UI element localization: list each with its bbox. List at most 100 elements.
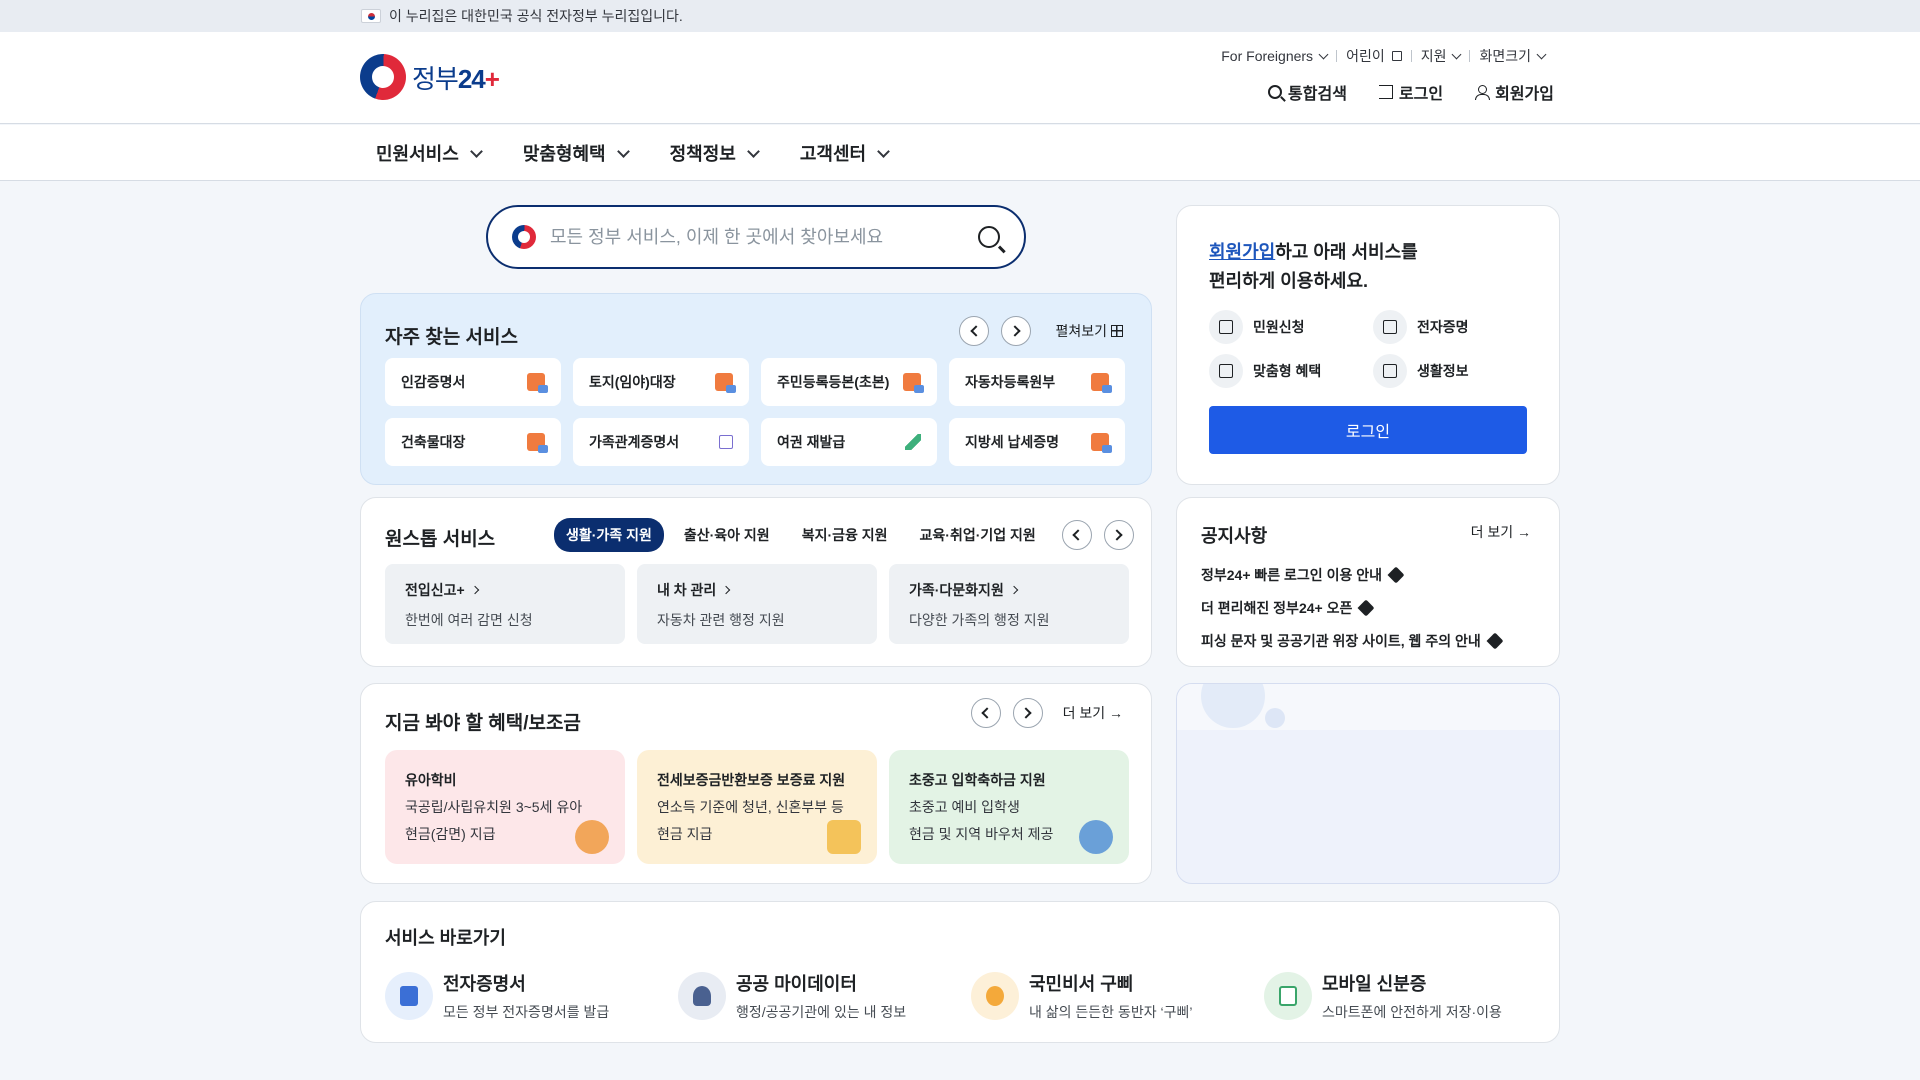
chevron-down-icon xyxy=(1318,49,1329,59)
chevron-right-icon xyxy=(1009,325,1021,337)
notice-item[interactable]: 정부24+ 빠른 로그인 이용 안내 xyxy=(1201,558,1501,591)
frequent-item[interactable]: 인감증명서 xyxy=(385,358,561,406)
chat-bubble-icon xyxy=(986,986,1004,1006)
prev-button[interactable] xyxy=(970,698,1001,728)
login-message: 회원가입하고 아래 서비스를 편리하게 이용하세요. xyxy=(1209,242,1418,291)
user-add-icon xyxy=(1475,85,1491,100)
mobile-id-icon xyxy=(1279,986,1297,1006)
frequent-services-title: 자주 찾는 서비스 xyxy=(385,327,518,348)
pin-icon xyxy=(1486,632,1504,649)
expand-button[interactable]: 펼쳐보기 xyxy=(1055,321,1123,341)
gov-banner-text: 이 누리집은 대한민국 공식 전자정부 누리집입니다. xyxy=(389,8,683,24)
service-e-certificate[interactable]: 전자증명 xyxy=(1373,310,1523,344)
nav-customer-center[interactable]: 고객센터 xyxy=(800,140,890,166)
tab-education-job[interactable]: 교육·취업·기업 지원 xyxy=(908,518,1048,552)
chevron-left-icon xyxy=(981,707,993,719)
notice-item[interactable]: 피싱 문자 및 공공기관 위장 사이트, 웹 주의 안내 xyxy=(1201,624,1504,657)
onestop-services-panel: 원스톱 서비스 생활·가족 지원 출산·육아 지원 복지·금융 지원 교육·취업… xyxy=(360,497,1152,667)
search-submit-icon[interactable] xyxy=(978,226,1000,248)
frequent-item[interactable]: 토지(임야)대장 xyxy=(573,358,749,406)
onestop-item[interactable]: 전입신고+ 한번에 여러 감면 신청 xyxy=(385,564,625,644)
nav-custom-benefit[interactable]: 맞춤형혜택 xyxy=(523,140,630,166)
gift-icon xyxy=(1219,364,1233,378)
for-foreigners-menu[interactable]: For Foreigners xyxy=(1212,48,1336,64)
prev-button[interactable] xyxy=(959,316,990,346)
pin-icon xyxy=(1357,599,1375,616)
header-actions: 통합검색 로그인 회원가입 xyxy=(1268,80,1554,104)
shortcut-gubbi[interactable]: 국민비서 구삐 내 삶의 든든한 동반자 ‘구삐’ xyxy=(971,970,1264,1022)
child-illustration-icon xyxy=(575,820,609,854)
logo-text: 정부24+ xyxy=(412,63,500,94)
taegeuk-icon xyxy=(512,225,536,249)
login-card: 회원가입하고 아래 서비스를 편리하게 이용하세요. 민원신청 전자증명 맞춤형… xyxy=(1176,205,1560,485)
benefits-more-link[interactable]: 더 보기 → xyxy=(1063,703,1123,723)
benefit-card[interactable]: 초중고 입학축하금 지원 초중고 예비 입학생 현금 및 지역 바우처 제공 xyxy=(889,750,1129,864)
frequent-item[interactable]: 자동차등록원부 xyxy=(949,358,1125,406)
benefit-card[interactable]: 유아학비 국공립/사립유치원 3~5세 유아 현금(감면) 지급 xyxy=(385,750,625,864)
onestop-item[interactable]: 내 차 관리 자동차 관련 행정 지원 xyxy=(637,564,877,644)
search-icon xyxy=(1268,85,1283,99)
kids-link[interactable]: 어린이 xyxy=(1337,46,1411,66)
next-button[interactable] xyxy=(1001,316,1032,346)
chevron-down-icon xyxy=(1452,49,1462,59)
tab-life-family[interactable]: 생활·가족 지원 xyxy=(554,518,664,552)
notice-title: 공지사항 xyxy=(1201,526,1268,546)
header: 정부24+ For Foreigners 어린이 지원 화면크기 통합검색 로그… xyxy=(0,32,1920,124)
external-link-icon xyxy=(1391,51,1402,61)
bookmark-icon xyxy=(1383,364,1397,378)
tab-welfare-finance[interactable]: 복지·금융 지원 xyxy=(790,518,900,552)
frequent-item[interactable]: 가족관계증명서 xyxy=(573,418,749,466)
promo-banner[interactable] xyxy=(1176,683,1560,884)
service-custom-benefit[interactable]: 맞춤형 혜택 xyxy=(1209,354,1373,388)
nav-civil-service[interactable]: 민원서비스 xyxy=(376,140,483,166)
onestop-item[interactable]: 가족·다문화지원 다양한 가족의 행정 지원 xyxy=(889,564,1129,644)
chevron-right-icon xyxy=(1020,707,1032,719)
next-button[interactable] xyxy=(1012,698,1043,728)
chevron-right-icon xyxy=(722,585,731,595)
benefit-card[interactable]: 전세보증금반환보증 보증료 지원 연소득 기준에 청년, 신혼부부 등 현금 지급 xyxy=(637,750,877,864)
chevron-down-icon xyxy=(469,144,483,158)
document-icon xyxy=(527,433,548,453)
chevron-left-icon xyxy=(1072,529,1084,541)
integrated-search-button[interactable]: 통합검색 xyxy=(1268,80,1347,104)
frequent-item[interactable]: 주민등록등본(초본) xyxy=(761,358,937,406)
login-button[interactable]: 로그인 xyxy=(1209,406,1527,454)
notice-more-link[interactable]: 더 보기 → xyxy=(1471,522,1531,542)
screen-size-menu[interactable]: 화면크기 xyxy=(1470,46,1554,66)
login-icon xyxy=(1378,85,1393,99)
gov-banner: 이 누리집은 대한민국 공식 전자정부 누리집입니다. xyxy=(0,0,1920,32)
main-search-input[interactable] xyxy=(550,226,978,248)
main-search-bar xyxy=(486,205,1026,269)
shortcut-mobile-id[interactable]: 모바일 신분증 스마트폰에 안전하게 저장·이용 xyxy=(1264,970,1557,1022)
next-button[interactable] xyxy=(1103,520,1134,550)
signup-link[interactable]: 회원가입 xyxy=(1475,80,1554,104)
certificate-icon xyxy=(1383,320,1397,334)
chevron-right-icon xyxy=(470,585,479,595)
mail-icon xyxy=(1219,320,1233,334)
onestop-tabs: 생활·가족 지원 출산·육아 지원 복지·금융 지원 교육·취업·기업 지원 xyxy=(554,518,1134,552)
nav-policy-info[interactable]: 정책정보 xyxy=(670,140,760,166)
shortcut-e-certificate[interactable]: 전자증명서 모든 정부 전자증명서를 발급 xyxy=(385,970,678,1022)
signup-inline-link[interactable]: 회원가입 xyxy=(1209,242,1275,262)
grid-icon xyxy=(1111,325,1123,337)
logo[interactable]: 정부24+ xyxy=(360,54,500,100)
frequent-item[interactable]: 건축물대장 xyxy=(385,418,561,466)
login-link[interactable]: 로그인 xyxy=(1378,80,1443,104)
service-life-info[interactable]: 생활정보 xyxy=(1373,354,1523,388)
notice-item[interactable]: 더 편리해진 정부24+ 오픈 xyxy=(1201,591,1501,624)
shortcut-mydata[interactable]: 공공 마이데이터 행정/공공기관에 있는 내 정보 xyxy=(678,970,971,1022)
frequent-item[interactable]: 여권 재발급 xyxy=(761,418,937,466)
prev-button[interactable] xyxy=(1061,520,1092,550)
chevron-right-icon xyxy=(1111,529,1123,541)
onestop-title: 원스톱 서비스 xyxy=(385,529,496,550)
benefits-panel: 지금 봐야 할 혜택/보조금 더 보기 → 유아학비 국공립/사립유치원 3~5세… xyxy=(360,683,1152,884)
tab-birth-childcare[interactable]: 출산·육아 지원 xyxy=(672,518,782,552)
frequent-item[interactable]: 지방세 납세증명 xyxy=(949,418,1125,466)
student-illustration-icon xyxy=(1079,820,1113,854)
benefits-title: 지금 봐야 할 혜택/보조금 xyxy=(385,713,581,734)
service-civil-request[interactable]: 민원신청 xyxy=(1209,310,1373,344)
service-shortcuts-panel: 서비스 바로가기 전자증명서 모든 정부 전자증명서를 발급 공공 마이데이터 행정… xyxy=(360,901,1560,1043)
chevron-left-icon xyxy=(970,325,982,337)
discount-tag-icon xyxy=(827,820,861,854)
support-menu[interactable]: 지원 xyxy=(1412,46,1470,66)
